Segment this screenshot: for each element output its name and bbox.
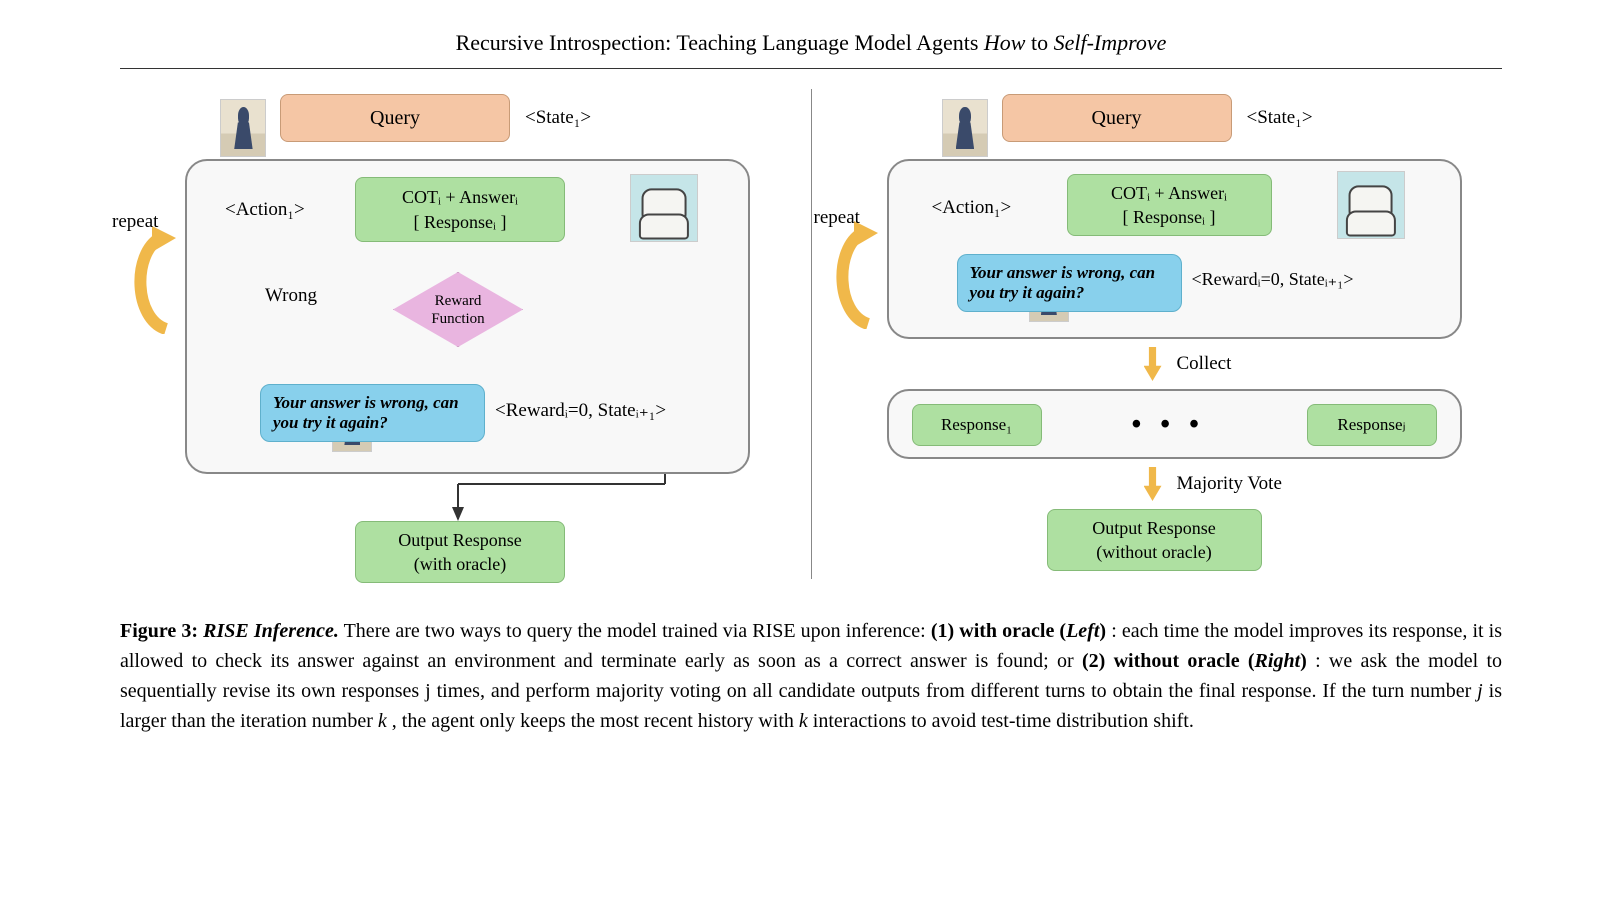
caption-b1: (1) with oracle ( [931,620,1066,642]
query-label: Query [370,107,420,130]
repeat-label: repeat [112,211,158,233]
response-j-box: Responseⱼ [1307,404,1437,446]
action-label-r: <Action₁> [932,197,1012,219]
response-1-box: Response₁ [912,404,1042,446]
human-icon-r [942,99,988,157]
figure-diagram: repeat Query <State₁> <Action₁> COTᵢ + A… [120,89,1502,594]
human-icon [220,99,266,157]
divider [811,89,812,579]
caption-math-k: k [378,710,387,732]
figure-subtitle: RISE Inference. [203,620,339,642]
feedback-box: Your answer is wrong, can you try it aga… [260,384,485,442]
collect-arrow-icon [1144,347,1162,381]
feedback-text: Your answer is wrong, can you try it aga… [273,393,472,433]
left-panel: repeat Query <State₁> <Action₁> COTᵢ + A… [120,89,801,594]
response-j-label: Responseⱼ [1337,415,1405,435]
query-label-r: Query [1092,107,1142,130]
output-line2-r: (without oracle) [1096,540,1211,564]
majority-label: Majority Vote [1177,473,1282,495]
caption-body-1: There are two ways to query the model tr… [344,620,931,642]
figure-caption: Figure 3: RISE Inference. There are two … [120,616,1502,736]
caption-body-6: interactions to avoid test-time distribu… [813,710,1194,732]
title-italic-1: How [984,30,1026,55]
output-line1: Output Response [398,528,522,552]
dots-label: • • • [1132,409,1205,441]
cot-box: COTᵢ + Answerᵢ [ Responseᵢ ] [355,177,565,242]
robot-icon [630,174,698,242]
reward-state-label-r: <Rewardᵢ=0, Stateᵢ₊₁> [1192,269,1354,290]
cot-line1: COTᵢ + Answerᵢ [402,185,518,209]
caption-math-j: j [1477,680,1483,702]
caption-b2: (2) without oracle ( [1082,650,1255,672]
feedback-text-r: Your answer is wrong, can you try it aga… [970,263,1169,303]
output-line2: (with oracle) [414,552,506,576]
cot-line2-r: [ Responseᵢ ] [1123,205,1216,229]
robot-icon-r [1337,171,1405,239]
state1-label: <State₁> [525,107,591,129]
repeat-arrow-icon [126,224,182,334]
figure-number: Figure 3: [120,620,198,642]
caption-math-k2: k [799,710,808,732]
response-1-label: Response₁ [941,415,1012,435]
reward-state-label: <Rewardᵢ=0, Stateᵢ₊₁> [495,399,666,422]
title-prefix: Recursive Introspection: Teaching Langua… [456,30,984,55]
wrong-label: Wrong [265,285,317,307]
cot-line1-r: COTᵢ + Answerᵢ [1111,181,1227,205]
feedback-box-r: Your answer is wrong, can you try it aga… [957,254,1182,312]
right-panel: repeat Query <State₁> <Action₁> COTᵢ + A… [822,89,1503,594]
cot-box-r: COTᵢ + Answerᵢ [ Responseᵢ ] [1067,174,1272,236]
caption-body-5: , the agent only keeps the most recent h… [392,710,799,732]
title-mid: to [1025,30,1053,55]
paper-title: Recursive Introspection: Teaching Langua… [120,30,1502,69]
action-label: <Action₁> [225,199,305,221]
collect-label: Collect [1177,353,1232,375]
caption-i2: Right [1255,650,1301,672]
repeat-arrow-icon-r [828,219,884,329]
output-box-no-oracle: Output Response (without oracle) [1047,509,1262,571]
caption-b1b: ) [1099,620,1106,642]
repeat-label-r: repeat [814,207,860,229]
reward-function-label: Reward Function [431,292,484,328]
cot-line2: [ Responseᵢ ] [414,210,507,234]
query-box-r: Query [1002,94,1232,142]
output-line1-r: Output Response [1092,516,1216,540]
state1-label-r: <State₁> [1247,107,1313,129]
query-box: Query [280,94,510,142]
output-box-oracle: Output Response (with oracle) [355,521,565,583]
majority-arrow-icon [1144,467,1162,501]
caption-b2b: ) [1300,650,1307,672]
caption-i1: Left [1066,620,1099,642]
title-italic-2: Self-Improve [1054,30,1167,55]
